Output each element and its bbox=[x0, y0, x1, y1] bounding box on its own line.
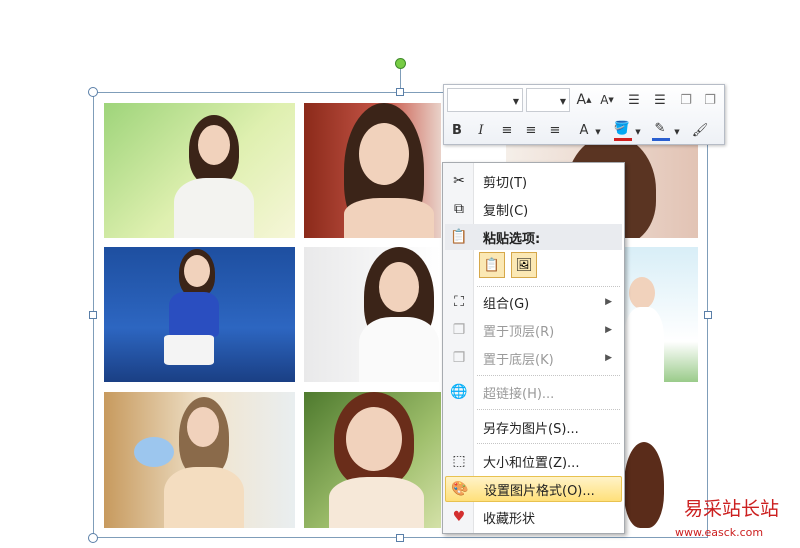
grow-font-icon[interactable]: A ▲ bbox=[574, 90, 594, 110]
align-right-icon[interactable]: ≡ bbox=[545, 120, 565, 140]
menu-item-group[interactable]: ⛶ 组合(G) ▶ bbox=[445, 289, 622, 315]
menu-item-label: 另存为图片(S)... bbox=[483, 421, 579, 437]
align-left-icon[interactable]: ≡ bbox=[497, 120, 517, 140]
submenu-arrow-icon: ▶ bbox=[605, 325, 612, 335]
scissors-icon: ✂ bbox=[453, 173, 465, 189]
menu-item-label: 置于顶层(R) bbox=[483, 324, 555, 340]
send-to-back-icon: ❐ bbox=[452, 350, 466, 366]
menu-item-label: 剪切(T) bbox=[483, 175, 528, 191]
menu-item-label: 收藏形状 bbox=[483, 511, 536, 527]
menu-item-label: 置于底层(K) bbox=[483, 352, 554, 368]
italic-button[interactable]: I bbox=[471, 120, 491, 140]
fill-color-bar bbox=[614, 138, 632, 141]
chevron-down-icon[interactable]: ▼ bbox=[593, 122, 603, 142]
bring-to-front-icon: ❐ bbox=[452, 322, 466, 338]
resize-handle-top[interactable] bbox=[396, 88, 404, 96]
watermark-title: 易采站长站 bbox=[684, 498, 780, 520]
align-center-icon[interactable]: ≡ bbox=[521, 120, 541, 140]
menu-separator bbox=[477, 409, 620, 411]
format-painter-icon[interactable]: 🖌 bbox=[690, 120, 710, 140]
resize-handle-bottom-left[interactable] bbox=[88, 533, 98, 543]
menu-item-label: 超链接(H)... bbox=[483, 386, 555, 402]
menu-header-paste-options: 📋 粘贴选项: bbox=[445, 224, 622, 250]
font-name-combo[interactable]: ▼ bbox=[447, 88, 523, 112]
watermark-url: www.easck.com bbox=[675, 526, 764, 539]
menu-item-copy[interactable]: ⧉ 复制(C) bbox=[445, 196, 622, 222]
shrink-font-icon[interactable]: A ▼ bbox=[597, 90, 617, 110]
rotation-handle[interactable] bbox=[395, 58, 406, 69]
font-color-button[interactable]: A bbox=[574, 120, 594, 140]
decrease-indent-icon[interactable]: ☰ bbox=[624, 90, 644, 110]
line-color-icon[interactable]: ✎ bbox=[650, 118, 670, 138]
context-menu: ✂ 剪切(T) ⧉ 复制(C) 📋 粘贴选项: 📋 🖼 ⛶ 组合(G) ▶ ❐ … bbox=[442, 162, 625, 534]
paste-as-picture-button[interactable]: 🖼 bbox=[511, 252, 537, 278]
menu-item-label: 粘贴选项: bbox=[483, 231, 541, 247]
mini-toolbar: ▼ ▼ A ▲ A ▼ ☰ ☰ ❐ ❐ B I ≡ ≡ ≡ A ▼ 🪣 ▼ ✎ ▼ … bbox=[443, 84, 725, 145]
menu-item-size-position[interactable]: ⬚ 大小和位置(Z)... bbox=[445, 448, 622, 474]
copy-icon: ⧉ bbox=[454, 201, 464, 217]
resize-handle-top-left[interactable] bbox=[88, 87, 98, 97]
bring-forward-icon[interactable]: ❐ bbox=[676, 90, 696, 110]
chevron-down-icon[interactable]: ▼ bbox=[672, 122, 682, 142]
fill-color-icon[interactable]: 🪣 bbox=[612, 118, 632, 138]
format-picture-icon: 🎨 bbox=[451, 481, 469, 497]
menu-item-hyperlink[interactable]: 🌐 超链接(H)... bbox=[445, 379, 622, 405]
menu-item-label: 设置图片格式(O)... bbox=[484, 483, 595, 499]
menu-item-label: 大小和位置(Z)... bbox=[483, 455, 580, 471]
menu-item-favorite-shape[interactable]: ♥ 收藏形状 bbox=[445, 504, 622, 530]
menu-item-label: 组合(G) bbox=[483, 296, 530, 312]
bold-button[interactable]: B bbox=[447, 120, 467, 140]
size-position-icon: ⬚ bbox=[452, 453, 466, 469]
menu-item-cut[interactable]: ✂ 剪切(T) bbox=[445, 168, 622, 194]
menu-item-save-as-picture[interactable]: 另存为图片(S)... bbox=[445, 414, 622, 440]
clipboard-icon: 📋 bbox=[450, 229, 468, 245]
resize-handle-bottom[interactable] bbox=[396, 534, 404, 542]
menu-item-bring-to-front[interactable]: ❐ 置于顶层(R) ▶ bbox=[445, 317, 622, 343]
chevron-down-icon: ▼ bbox=[512, 97, 519, 106]
submenu-arrow-icon: ▶ bbox=[605, 353, 612, 363]
hyperlink-icon: 🌐 bbox=[450, 384, 468, 400]
send-backward-icon[interactable]: ❐ bbox=[700, 90, 720, 110]
group-icon: ⛶ bbox=[454, 294, 464, 310]
resize-handle-left[interactable] bbox=[89, 311, 97, 319]
menu-separator bbox=[477, 375, 620, 377]
increase-indent-icon[interactable]: ☰ bbox=[650, 90, 670, 110]
submenu-arrow-icon: ▶ bbox=[605, 297, 612, 307]
menu-item-format-picture[interactable]: 🎨 设置图片格式(O)... bbox=[445, 476, 622, 502]
menu-separator bbox=[477, 286, 620, 288]
menu-separator bbox=[477, 443, 620, 445]
chevron-down-icon[interactable]: ▼ bbox=[633, 122, 643, 142]
menu-item-label: 复制(C) bbox=[483, 203, 529, 219]
line-color-bar bbox=[652, 138, 670, 141]
heart-icon: ♥ bbox=[452, 509, 466, 525]
font-size-combo[interactable]: ▼ bbox=[526, 88, 570, 112]
menu-item-send-to-back[interactable]: ❐ 置于底层(K) ▶ bbox=[445, 345, 622, 371]
resize-handle-right[interactable] bbox=[704, 311, 712, 319]
paste-keep-formatting-button[interactable]: 📋 bbox=[479, 252, 505, 278]
chevron-down-icon: ▼ bbox=[559, 97, 566, 106]
